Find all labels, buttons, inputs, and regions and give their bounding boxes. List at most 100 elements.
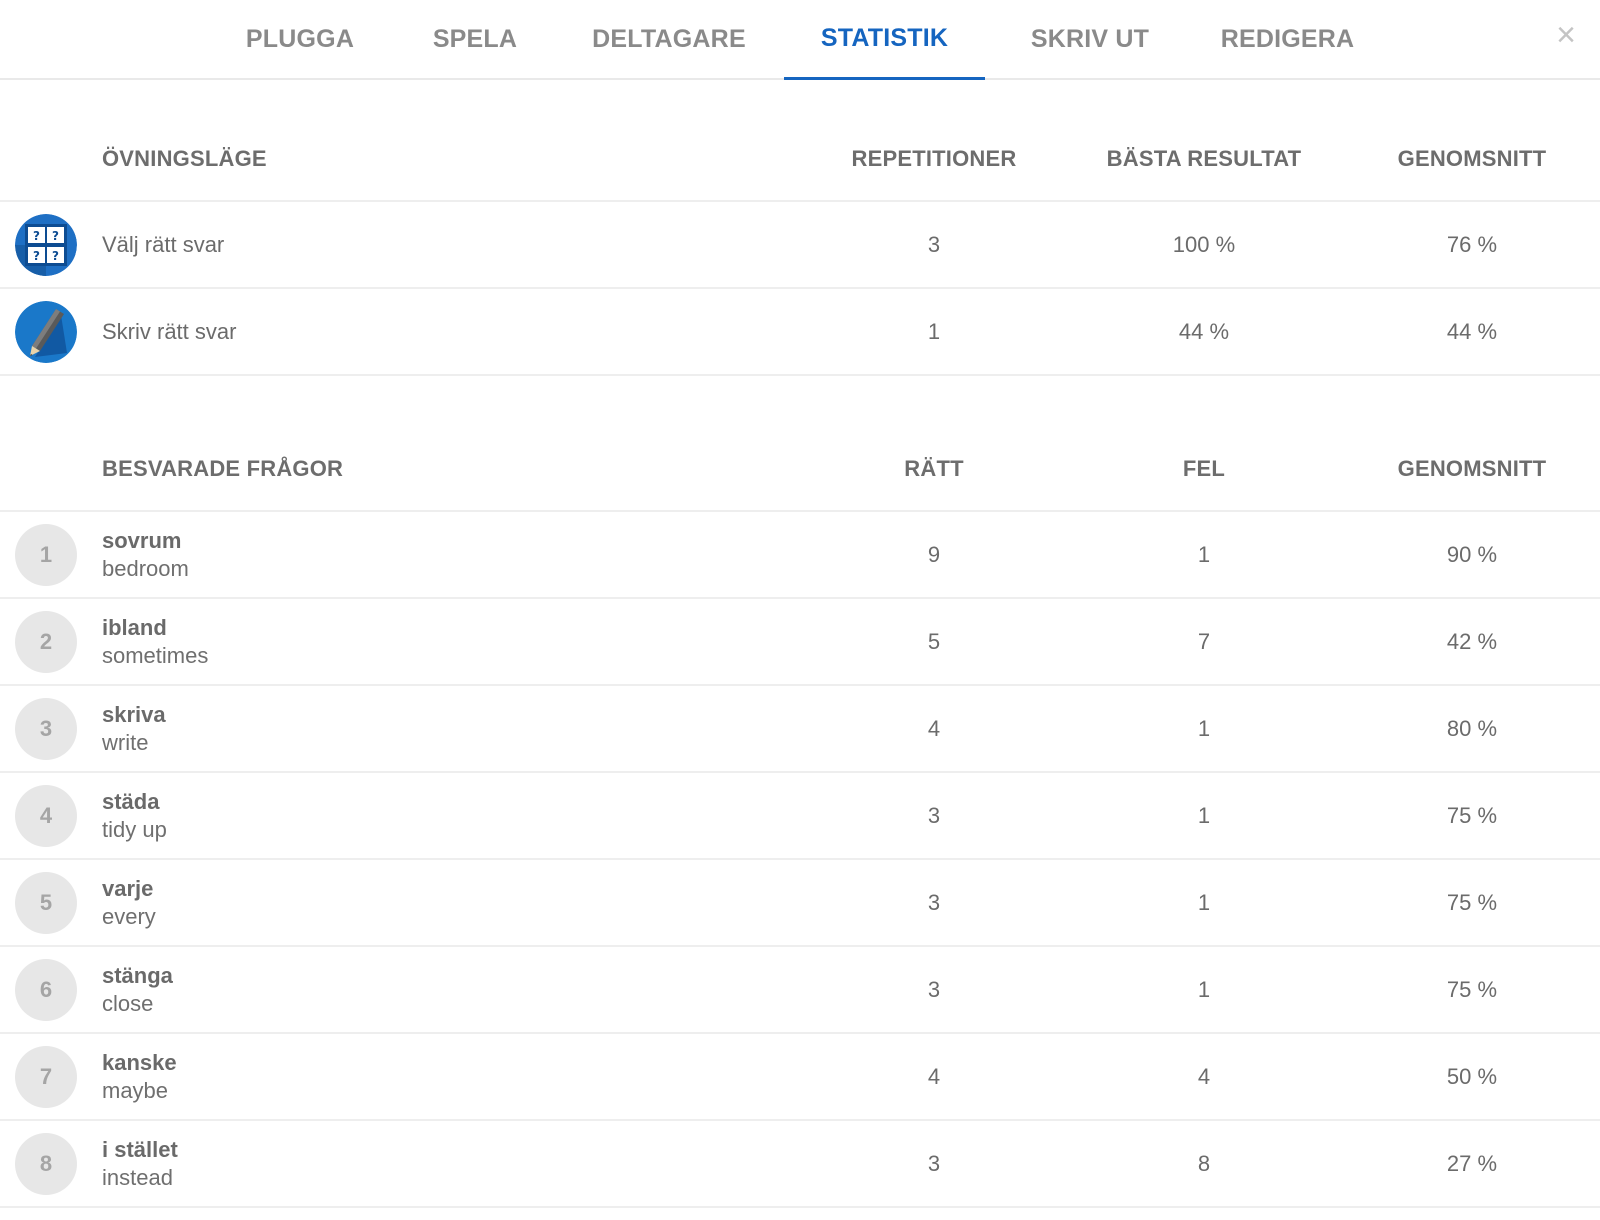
close-icon[interactable]: × — [1556, 18, 1576, 52]
question-text: stänga close — [102, 947, 173, 1032]
header-fel: FEL — [1182, 456, 1226, 481]
question-average: 42 % — [1446, 628, 1498, 654]
question-text: ibland sometimes — [102, 599, 208, 684]
header-repetitioner: REPETITIONER — [851, 146, 1017, 171]
question-row[interactable]: 3 skriva write 4 1 80 % — [0, 686, 1600, 773]
question-right-count: 9 — [927, 541, 941, 567]
question-average: 27 % — [1446, 1150, 1498, 1176]
question-definition: write — [102, 729, 149, 755]
tab-bar: PLUGGA SPELA DELTAGARE STATISTIK SKRIV U… — [0, 0, 1600, 80]
question-number-badge: 1 — [15, 524, 77, 586]
question-number-badge: 4 — [15, 785, 77, 847]
question-number-badge: 8 — [15, 1133, 77, 1195]
header-basta-resultat: BÄSTA RESULTAT — [1106, 146, 1302, 171]
question-wrong-count: 1 — [1197, 802, 1211, 828]
question-row[interactable]: 4 städa tidy up 3 1 75 % — [0, 773, 1600, 860]
question-term: stänga — [102, 962, 173, 988]
tab-skriv-ut[interactable]: SKRIV UT — [1010, 0, 1170, 78]
tab-deltagare[interactable]: DELTAGARE — [584, 0, 754, 78]
mode-repetitions: 1 — [927, 318, 941, 344]
question-wrong-count: 4 — [1197, 1063, 1211, 1089]
mode-label: Välj rätt svar — [102, 231, 225, 257]
question-average: 75 % — [1446, 889, 1498, 915]
question-term: i stället — [102, 1136, 178, 1162]
question-wrong-count: 8 — [1197, 1150, 1211, 1176]
mode-label: Skriv rätt svar — [102, 318, 237, 344]
question-row[interactable]: 7 kanske maybe 4 4 50 % — [0, 1034, 1600, 1121]
question-term: kanske — [102, 1049, 177, 1075]
question-row[interactable]: 1 sovrum bedroom 9 1 90 % — [0, 512, 1600, 599]
question-text: städa tidy up — [102, 773, 167, 858]
question-term: skriva — [102, 701, 166, 727]
question-right-count: 3 — [927, 802, 941, 828]
question-wrong-count: 1 — [1197, 976, 1211, 1002]
question-right-count: 3 — [927, 976, 941, 1002]
modes-table: ÖVNINGSLÄGE REPETITIONER BÄSTA RESULTAT … — [0, 80, 1600, 376]
question-term: varje — [102, 875, 154, 901]
question-row[interactable]: 5 varje every 3 1 75 % — [0, 860, 1600, 947]
question-definition: every — [102, 903, 156, 929]
question-definition: instead — [102, 1164, 173, 1190]
question-right-count: 3 — [927, 889, 941, 915]
question-right-count: 4 — [927, 1063, 941, 1089]
tab-spela[interactable]: SPELA — [410, 0, 540, 78]
mode-average: 76 % — [1446, 231, 1498, 257]
header-ovningslage: ÖVNINGSLÄGE — [102, 146, 267, 171]
question-term: sovrum — [102, 527, 182, 553]
question-wrong-count: 1 — [1197, 889, 1211, 915]
question-definition: maybe — [102, 1077, 169, 1103]
question-wrong-count: 1 — [1197, 541, 1211, 567]
question-number-badge: 2 — [15, 611, 77, 673]
question-text: varje every — [102, 860, 156, 945]
question-number-badge: 5 — [15, 872, 77, 934]
question-row[interactable]: 6 stänga close 3 1 75 % — [0, 947, 1600, 1034]
question-average: 75 % — [1446, 802, 1498, 828]
question-average: 75 % — [1446, 976, 1498, 1002]
questions-table: BESVARADE FRÅGOR RÄTT FEL GENOMSNITT 1 s… — [0, 390, 1600, 1208]
tab-redigera[interactable]: REDIGERA — [1205, 0, 1370, 78]
question-row[interactable]: 8 i stället instead 3 8 27 % — [0, 1121, 1600, 1208]
mode-name: Välj rätt svar — [102, 202, 224, 287]
question-number-badge: 6 — [15, 959, 77, 1021]
header-ratt: RÄTT — [904, 456, 964, 481]
mode-average: 44 % — [1446, 318, 1498, 344]
question-definition: tidy up — [102, 816, 167, 842]
question-row[interactable]: 2 ibland sometimes 5 7 42 % — [0, 599, 1600, 686]
question-right-count: 3 — [927, 1150, 941, 1176]
question-wrong-count: 7 — [1197, 628, 1211, 654]
question-term: städa — [102, 788, 160, 814]
question-term: ibland — [102, 614, 167, 640]
svg-text:?: ? — [52, 229, 59, 243]
question-average: 50 % — [1446, 1063, 1498, 1089]
question-definition: close — [102, 990, 154, 1016]
svg-text:?: ? — [33, 229, 40, 243]
modes-header: ÖVNINGSLÄGE REPETITIONER BÄSTA RESULTAT … — [0, 80, 1600, 202]
mode-row[interactable]: Skriv rätt svar 1 44 % 44 % — [0, 289, 1600, 376]
svg-text:?: ? — [33, 249, 40, 263]
mode-repetitions: 3 — [927, 231, 941, 257]
question-wrong-count: 1 — [1197, 715, 1211, 741]
question-average: 80 % — [1446, 715, 1498, 741]
questions-header: BESVARADE FRÅGOR RÄTT FEL GENOMSNITT — [0, 390, 1600, 512]
mode-row[interactable]: ? ? ? ? Välj rätt svar 3 100 % 76 % — [0, 202, 1600, 289]
tab-statistik[interactable]: STATISTIK — [784, 0, 985, 80]
question-number-badge: 7 — [15, 1046, 77, 1108]
multiple-choice-icon: ? ? ? ? — [15, 214, 77, 276]
question-text: i stället instead — [102, 1121, 178, 1206]
svg-text:?: ? — [52, 249, 59, 263]
header-besvarade-fragor: BESVARADE FRÅGOR — [102, 456, 344, 481]
question-text: skriva write — [102, 686, 166, 771]
question-number-badge: 3 — [15, 698, 77, 760]
pencil-icon — [15, 301, 77, 363]
question-text: kanske maybe — [102, 1034, 177, 1119]
mode-name: Skriv rätt svar — [102, 289, 236, 374]
question-right-count: 4 — [927, 715, 941, 741]
tab-plugga[interactable]: PLUGGA — [230, 0, 370, 78]
question-definition: sometimes — [102, 642, 209, 668]
question-definition: bedroom — [102, 555, 189, 581]
header-genomsnitt: GENOMSNITT — [1397, 146, 1547, 171]
header-genomsnitt: GENOMSNITT — [1397, 456, 1547, 481]
question-text: sovrum bedroom — [102, 512, 189, 597]
mode-best-result: 100 % — [1172, 231, 1236, 257]
question-right-count: 5 — [927, 628, 941, 654]
